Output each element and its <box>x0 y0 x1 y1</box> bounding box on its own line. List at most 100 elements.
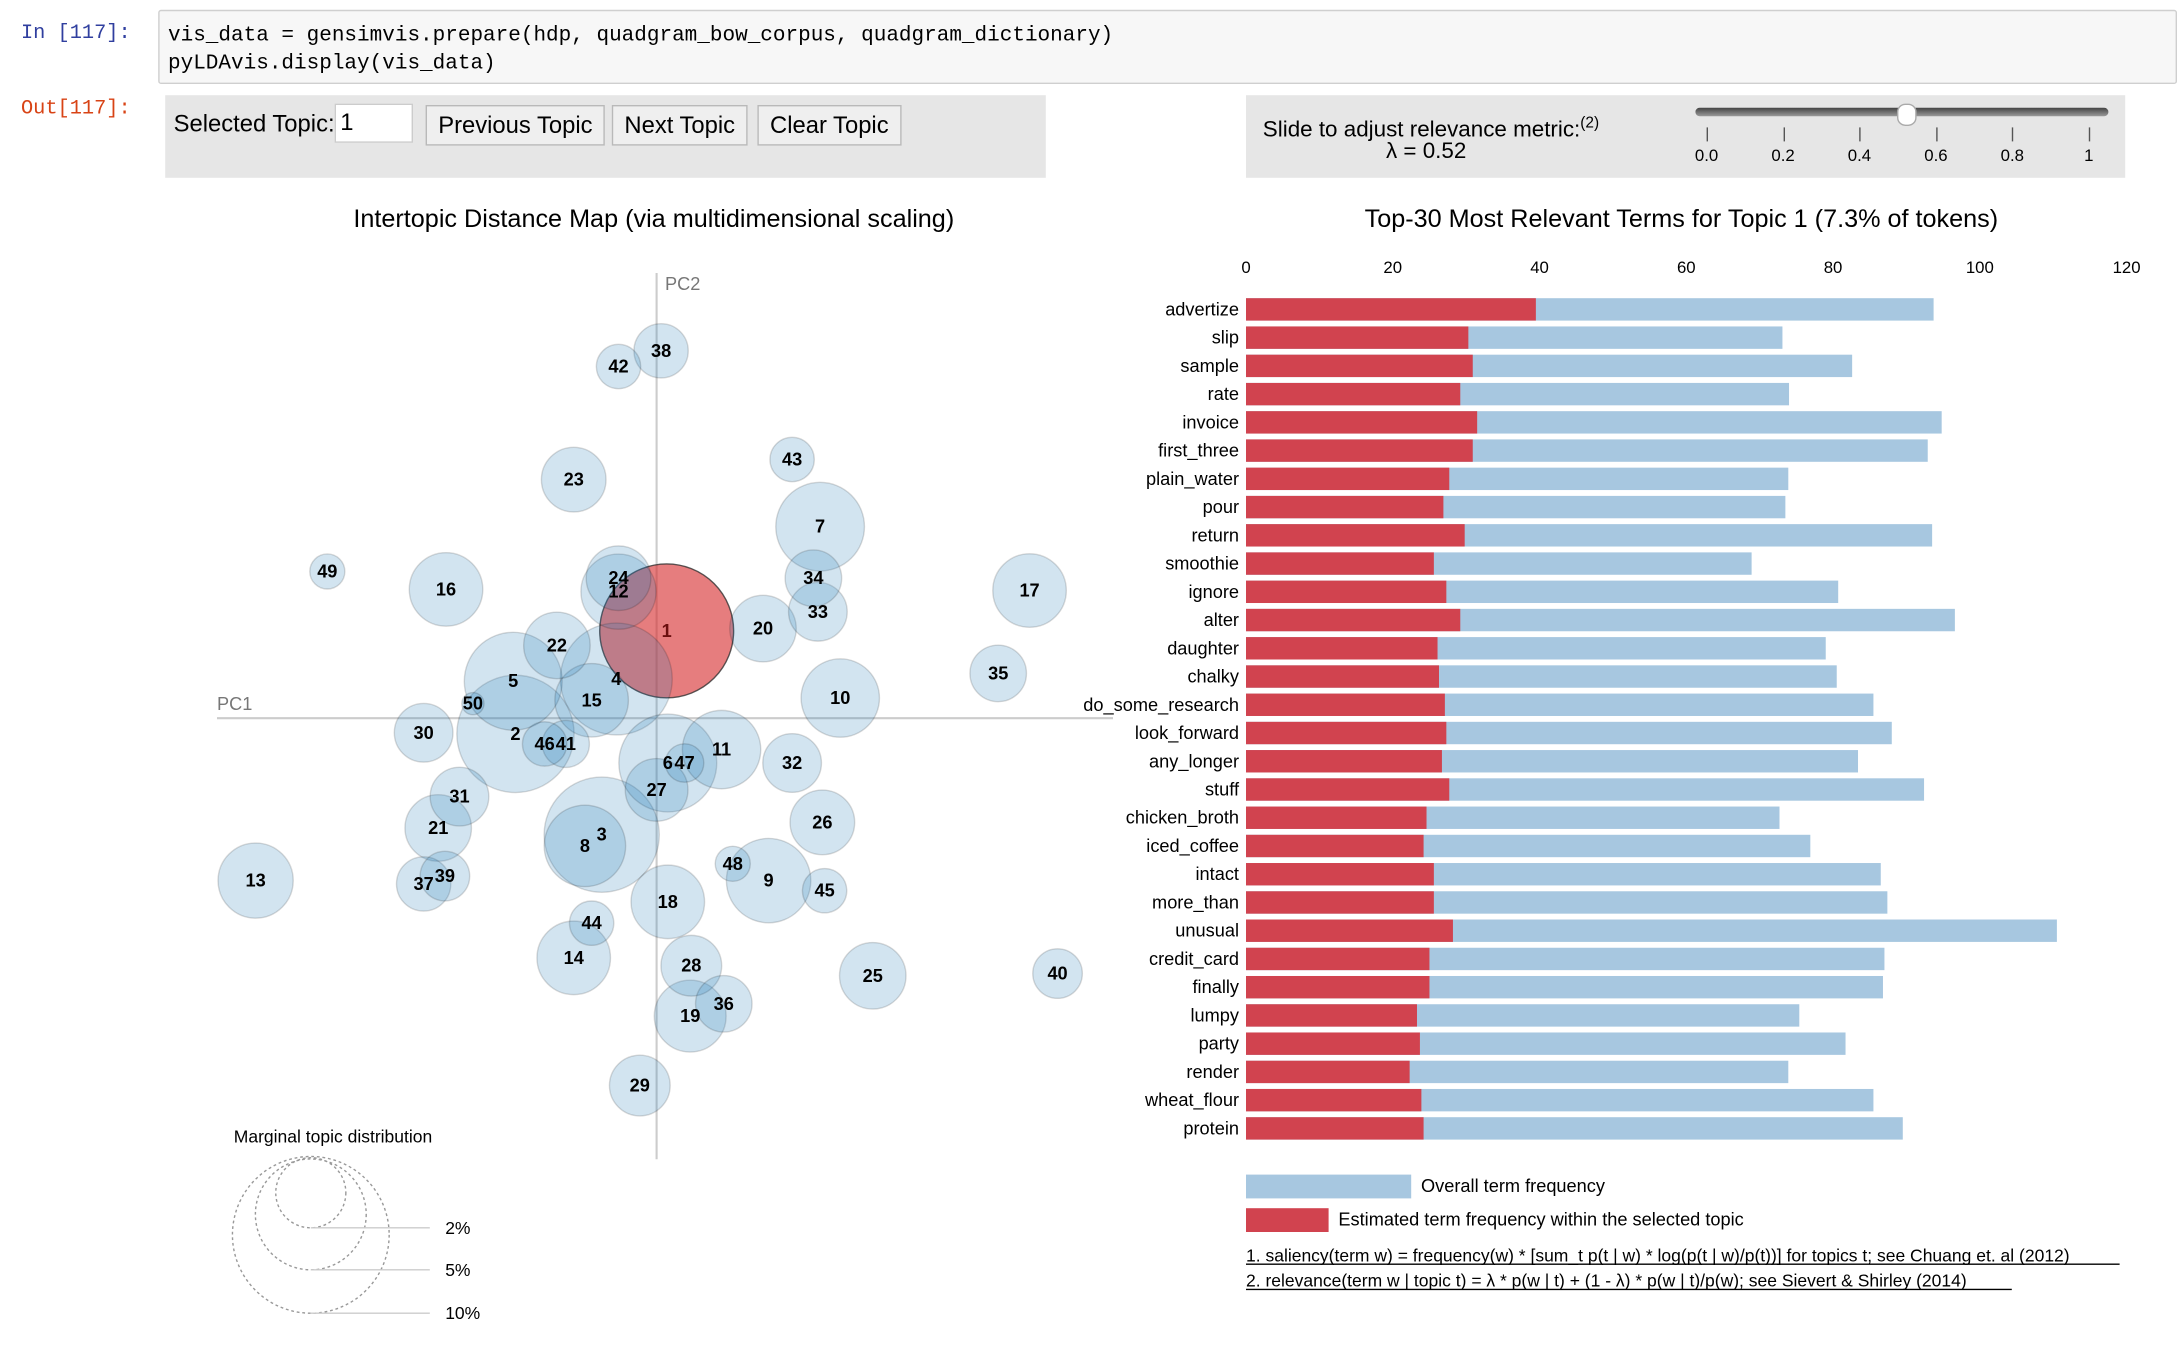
topic-label: 7 <box>815 517 825 537</box>
term-label[interactable]: first_three <box>1158 441 1239 462</box>
topic-label: 9 <box>764 871 774 891</box>
term-label[interactable]: invoice <box>1182 412 1239 432</box>
topic-frequency-bar[interactable] <box>1246 693 1445 716</box>
term-label[interactable]: slip <box>1212 328 1239 348</box>
topic-frequency-bar[interactable] <box>1246 298 1536 321</box>
topic-frequency-bar[interactable] <box>1246 439 1473 462</box>
topic-frequency-bar[interactable] <box>1246 580 1447 604</box>
topic-frequency-bar[interactable] <box>1246 863 1434 886</box>
topic-frequency-bar[interactable] <box>1246 495 1444 519</box>
topic-label: 46 <box>534 734 554 754</box>
term-label[interactable]: rate <box>1208 384 1239 404</box>
size-legend-title: Marginal topic distribution <box>234 1126 432 1146</box>
topic-frequency-bar[interactable] <box>1246 524 1465 547</box>
topic-label: 2 <box>510 724 520 744</box>
term-label[interactable]: look_forward <box>1135 723 1239 744</box>
topic-label: 13 <box>246 871 266 891</box>
topic-label: 6 <box>663 753 673 773</box>
term-label[interactable]: chicken_broth <box>1126 808 1239 829</box>
topic-label: 16 <box>436 579 456 599</box>
topic-frequency-bar[interactable] <box>1246 1004 1417 1027</box>
term-label[interactable]: sample <box>1180 356 1239 376</box>
legend-swatch-overall <box>1246 1174 1412 1199</box>
term-label[interactable]: lumpy <box>1190 1005 1239 1025</box>
term-label[interactable]: smoothie <box>1165 554 1239 574</box>
term-label[interactable]: stuff <box>1205 780 1240 800</box>
topic-label: 48 <box>723 854 743 874</box>
topic-frequency-bar[interactable] <box>1246 891 1434 914</box>
topic-frequency-bar[interactable] <box>1246 637 1438 660</box>
topic-label: 5 <box>508 671 518 691</box>
topic-label: 31 <box>449 787 469 807</box>
x-tick-label: 80 <box>1824 258 1843 277</box>
topic-label: 40 <box>1047 964 1067 984</box>
term-label[interactable]: daughter <box>1167 638 1239 658</box>
size-legend-circle <box>254 1158 367 1271</box>
legend-label-overall: Overall term frequency <box>1421 1176 1606 1196</box>
topic-frequency-bar[interactable] <box>1246 834 1424 858</box>
topic-label: 8 <box>580 836 590 856</box>
topic-frequency-bar[interactable] <box>1246 354 1473 378</box>
term-label[interactable]: wheat_flour <box>1144 1090 1239 1111</box>
topic-frequency-bar[interactable] <box>1246 552 1434 575</box>
topic-label: 36 <box>714 994 734 1014</box>
topic-label: 10 <box>830 688 850 708</box>
footnote-2[interactable]: 2. relevance(term w | topic t) = λ * p(w… <box>1246 1271 1967 1291</box>
x-tick-label: 100 <box>1966 258 1994 277</box>
term-label[interactable]: unusual <box>1175 921 1239 941</box>
term-label[interactable]: intact <box>1196 864 1239 884</box>
topic-label: 28 <box>681 956 701 976</box>
topic-label: 19 <box>680 1006 700 1026</box>
term-label[interactable]: plain_water <box>1146 469 1239 490</box>
size-legend-circle <box>275 1157 347 1229</box>
term-label[interactable]: alter <box>1204 610 1239 630</box>
term-label[interactable]: pour <box>1203 497 1239 517</box>
size-legend-circle <box>231 1155 390 1314</box>
topic-label: 37 <box>414 874 434 894</box>
topic-frequency-bar[interactable] <box>1246 975 1430 999</box>
term-label[interactable]: iced_coffee <box>1146 836 1239 857</box>
topic-label: 45 <box>814 881 834 901</box>
x-tick-label: 60 <box>1677 258 1696 277</box>
term-label[interactable]: party <box>1199 1034 1240 1054</box>
topic-frequency-bar[interactable] <box>1246 1117 1424 1140</box>
size-legend-label: 10% <box>445 1303 480 1323</box>
topic-label: 15 <box>582 690 602 710</box>
topic-frequency-bar[interactable] <box>1246 721 1447 745</box>
topic-label: 32 <box>782 753 802 773</box>
topic-frequency-bar[interactable] <box>1246 750 1442 773</box>
topic-label: 26 <box>812 812 832 832</box>
topic-label: 24 <box>608 568 629 588</box>
term-label[interactable]: advertize <box>1165 299 1239 319</box>
topic-frequency-bar[interactable] <box>1246 665 1439 688</box>
topic-frequency-bar[interactable] <box>1246 806 1427 829</box>
term-label[interactable]: protein <box>1183 1118 1239 1138</box>
term-label[interactable]: do_some_research <box>1083 695 1239 716</box>
topic-label: 20 <box>753 619 773 639</box>
topic-frequency-bar[interactable] <box>1246 1060 1410 1084</box>
term-label[interactable]: finally <box>1193 977 1240 997</box>
x-tick-label: 20 <box>1383 258 1402 277</box>
term-label[interactable]: chalky <box>1187 667 1239 687</box>
footnote-1[interactable]: 1. saliency(term w) = frequency(w) * [su… <box>1246 1245 2070 1266</box>
topic-frequency-bar[interactable] <box>1246 608 1461 632</box>
term-label[interactable]: more_than <box>1152 892 1239 913</box>
term-label[interactable]: return <box>1191 525 1239 545</box>
topic-frequency-bar[interactable] <box>1246 778 1450 801</box>
term-label[interactable]: render <box>1186 1062 1239 1082</box>
topic-frequency-bar[interactable] <box>1246 411 1478 434</box>
term-label[interactable]: credit_card <box>1149 949 1239 970</box>
topic-frequency-bar[interactable] <box>1246 919 1453 942</box>
topic-label: 44 <box>582 913 603 933</box>
topic-label: 43 <box>782 449 802 469</box>
pc1-axis-label: PC1 <box>217 694 252 714</box>
term-label[interactable]: any_longer <box>1149 751 1239 772</box>
topic-frequency-bar[interactable] <box>1246 467 1450 491</box>
topic-frequency-bar[interactable] <box>1246 382 1461 406</box>
term-label[interactable]: ignore <box>1188 582 1239 602</box>
topic-frequency-bar[interactable] <box>1246 947 1430 971</box>
topic-frequency-bar[interactable] <box>1246 326 1469 349</box>
topic-frequency-bar[interactable] <box>1246 1088 1422 1112</box>
topic-label: 25 <box>863 966 883 986</box>
topic-frequency-bar[interactable] <box>1246 1032 1420 1055</box>
